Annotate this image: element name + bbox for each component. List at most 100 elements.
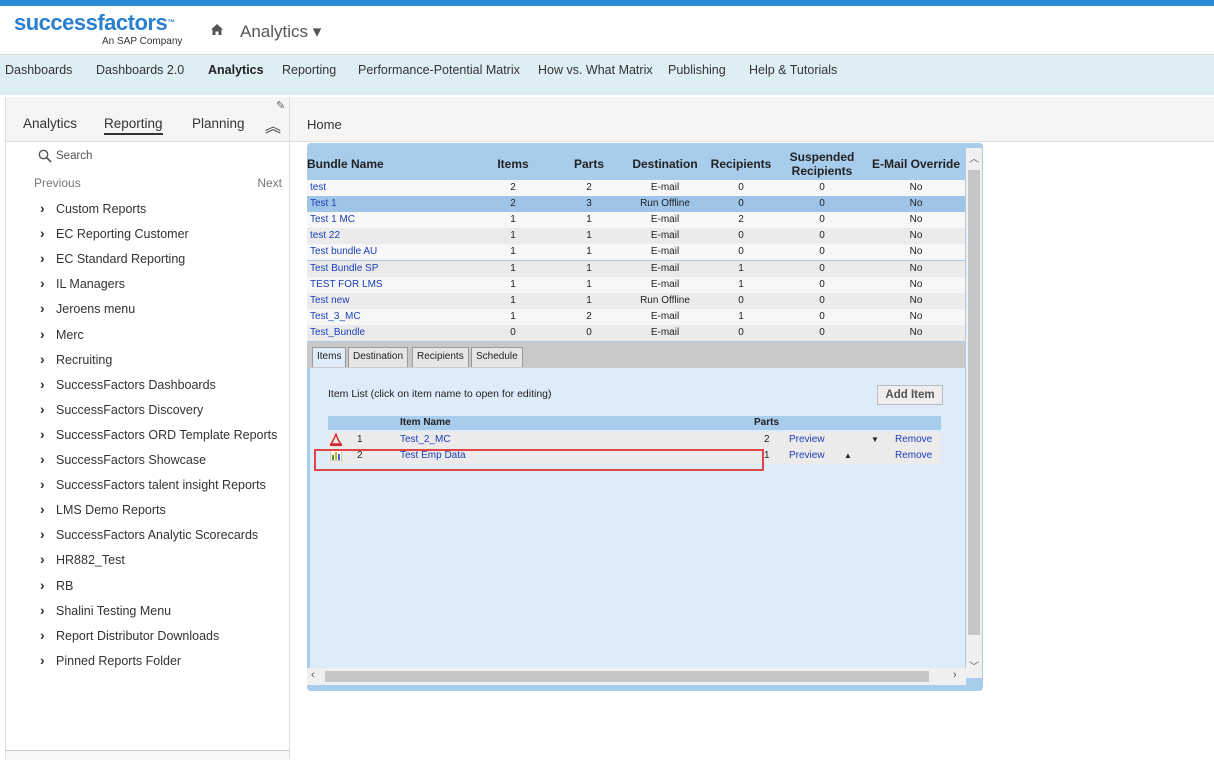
remove-link[interactable]: Remove	[895, 434, 932, 445]
previous-link[interactable]: Previous	[34, 176, 81, 190]
item-name-link[interactable]: Test_2_MC	[400, 434, 451, 445]
bundle-cell: E-mail	[650, 310, 680, 322]
sidebar-folder[interactable]: › EC Reporting Customer	[40, 225, 189, 241]
sidebar-folder[interactable]: › Recruiting	[40, 351, 112, 367]
sidebar-folder[interactable]: › SuccessFactors talent insight Reports	[40, 476, 266, 492]
bundle-name-link[interactable]: Test_3_MC	[310, 311, 361, 322]
bundle-row[interactable]: Test 1 2 3 Run Offline 0 0 No	[307, 196, 965, 213]
sidebar-folder[interactable]: › SuccessFactors Analytic Scorecards	[40, 526, 258, 542]
tab-planning[interactable]: Planning	[192, 116, 245, 131]
module-switcher[interactable]: Analytics ▾	[240, 22, 321, 42]
sidebar-folder[interactable]: › SuccessFactors Showcase	[40, 451, 206, 467]
tab-reporting[interactable]: Reporting	[104, 116, 163, 135]
bundle-row[interactable]: Test new 1 1 Run Offline 0 0 No	[307, 292, 965, 309]
tab-recipients[interactable]: Recipients	[412, 347, 469, 367]
sidebar-folder[interactable]: › IL Managers	[40, 275, 125, 291]
sidebar-folder[interactable]: › Custom Reports	[40, 200, 146, 216]
scroll-up-icon[interactable]: ︿	[969, 150, 979, 165]
breadcrumb[interactable]: Home	[307, 117, 342, 132]
sidebar-folder-label: EC Reporting Customer	[56, 227, 189, 242]
bundle-name-link[interactable]: Test bundle AU	[310, 246, 377, 257]
bundle-cell: No	[909, 230, 923, 242]
col-parts[interactable]: Parts	[569, 157, 609, 171]
vertical-scroll-thumb[interactable]	[968, 170, 980, 635]
nav-analytics[interactable]: Analytics	[208, 63, 264, 77]
sidebar-folder[interactable]: › Pinned Reports Folder	[40, 652, 181, 668]
next-link[interactable]: Next	[257, 176, 282, 190]
annotation-highlight-box	[314, 449, 764, 471]
tab-destination[interactable]: Destination	[348, 347, 409, 367]
bundle-cell: E-mail	[650, 182, 680, 193]
bundle-name-link[interactable]: Test_Bundle	[310, 327, 365, 338]
scroll-left-icon[interactable]: ‹	[311, 669, 315, 681]
col-bundle-name[interactable]: Bundle Name	[307, 157, 384, 171]
nav-help-tutorials[interactable]: Help & Tutorials	[749, 63, 837, 77]
col-items[interactable]: Items	[493, 157, 533, 171]
bundle-name-link[interactable]: TEST FOR LMS	[310, 279, 383, 290]
sidebar-folder[interactable]: › Report Distributor Downloads	[40, 627, 219, 643]
bundle-cell: No	[909, 246, 923, 258]
tab-analytics[interactable]: Analytics	[23, 116, 77, 131]
pin-icon[interactable]: ✎	[276, 99, 285, 112]
sidebar-folder[interactable]: › LMS Demo Reports	[40, 501, 166, 517]
move-up-icon[interactable]: ▲	[844, 451, 852, 460]
bundle-name-link[interactable]: Test new	[310, 295, 349, 306]
sidebar-folder-label: IL Managers	[56, 277, 126, 292]
preview-link[interactable]: Preview	[789, 434, 825, 445]
sidebar-folder[interactable]: › SuccessFactors Dashboards	[40, 376, 216, 392]
preview-link[interactable]: Preview	[789, 450, 825, 461]
home-icon[interactable]	[209, 22, 225, 38]
col-destination[interactable]: Destination	[627, 157, 703, 171]
horizontal-scroll-thumb[interactable]	[325, 671, 929, 682]
sidebar-folder[interactable]: › RB	[40, 577, 73, 593]
bundle-name-link[interactable]: test 22	[310, 230, 340, 241]
tab-items[interactable]: Items	[312, 347, 347, 367]
col-suspended-recipients[interactable]: Suspended Recipients	[785, 150, 859, 178]
sidebar-folder[interactable]: › Shalini Testing Menu	[40, 602, 171, 618]
nav-dashboards[interactable]: Dashboards	[5, 63, 72, 77]
nav-dashboards-2[interactable]: Dashboards 2.0	[96, 63, 184, 77]
bundle-row[interactable]: Test 1 MC 1 1 E-mail 2 0 No	[307, 212, 965, 229]
successfactors-logo[interactable]: successfactors™ An SAP Company	[14, 12, 194, 52]
tab-schedule[interactable]: Schedule	[471, 347, 523, 367]
nav-performance-potential-matrix[interactable]: Performance-Potential Matrix	[358, 63, 520, 77]
collapse-icon[interactable]: ︽	[265, 113, 281, 137]
chevron-right-icon: ›	[40, 526, 45, 543]
bundle-row[interactable]: test 22 1 1 E-mail 0 0 No	[307, 228, 965, 245]
sidebar-folder[interactable]: › Jeroens menu	[40, 300, 135, 316]
nav-reporting[interactable]: Reporting	[282, 63, 336, 77]
remove-link[interactable]: Remove	[895, 450, 932, 461]
col-email-override[interactable]: E-Mail Override	[867, 157, 965, 171]
bundle-row[interactable]: test 2 2 E-mail 0 0 No	[307, 180, 965, 196]
bundle-row[interactable]: Test_3_MC 1 2 E-mail 1 0 No	[307, 308, 965, 325]
bundle-row[interactable]: Test Bundle SP 1 1 E-mail 1 0 No	[307, 260, 965, 277]
sidebar-folder-label: SuccessFactors Showcase	[56, 453, 207, 467]
horizontal-scrollbar[interactable]: ‹ ›	[307, 668, 966, 685]
sidebar-folder[interactable]: › HR882_Test	[40, 551, 125, 567]
bundle-cell: 0	[738, 198, 744, 210]
bundle-row[interactable]: Test bundle AU 1 1 E-mail 0 0 No	[307, 244, 965, 261]
bundle-name-link[interactable]: Test Bundle SP	[310, 263, 378, 274]
sidebar-folder[interactable]: › Merc	[40, 326, 84, 342]
bundle-name-link[interactable]: Test 1	[310, 198, 337, 209]
bundle-row[interactable]: TEST FOR LMS 1 1 E-mail 1 0 No	[307, 276, 965, 293]
scroll-down-icon[interactable]: ﹀	[969, 658, 979, 673]
bundle-cell: No	[909, 294, 923, 306]
chevron-right-icon: ›	[40, 275, 45, 292]
sidebar-folder[interactable]: › SuccessFactors Discovery	[40, 401, 203, 417]
col-recipients[interactable]: Recipients	[707, 157, 775, 171]
bundle-name-link[interactable]: Test 1 MC	[310, 214, 355, 225]
bundle-row[interactable]: Test_Bundle 0 0 E-mail 0 0 No	[307, 324, 965, 341]
bundle-name-link[interactable]: test	[310, 182, 326, 193]
nav-publishing[interactable]: Publishing	[668, 63, 726, 77]
move-down-icon[interactable]: ▼	[871, 435, 879, 444]
bundle-cell: 0	[510, 326, 516, 338]
sidebar-folder[interactable]: › EC Standard Reporting	[40, 250, 185, 266]
bundle-cell: No	[909, 278, 923, 290]
scroll-right-icon[interactable]: ›	[953, 669, 957, 681]
sidebar-folder[interactable]: › SuccessFactors ORD Template Reports	[40, 426, 277, 442]
add-item-button[interactable]: Add Item	[877, 385, 943, 405]
nav-how-vs-what-matrix[interactable]: How vs. What Matrix	[538, 63, 653, 77]
sidebar-search[interactable]: Search	[38, 149, 92, 163]
vertical-scrollbar[interactable]: ︿ ﹀	[966, 148, 982, 678]
